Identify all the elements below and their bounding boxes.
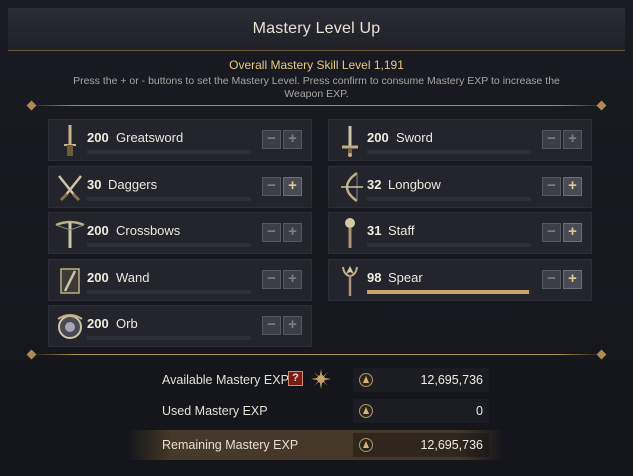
- plus-button[interactable]: +: [283, 316, 302, 335]
- available-exp-label: Available Mastery EXP: [162, 373, 289, 387]
- weapon-name: Crossbows: [116, 223, 181, 238]
- plus-button[interactable]: +: [283, 176, 302, 196]
- weapon-name: Orb: [116, 316, 138, 331]
- weapon-level: 98: [367, 269, 382, 285]
- mastery-header: Overall Mastery Skill Level 1,191 Press …: [8, 52, 625, 106]
- longbow-icon: [333, 170, 367, 204]
- minus-button[interactable]: −: [262, 316, 281, 335]
- weapon-row-staff: 31 Staff − +: [328, 212, 592, 254]
- available-exp-row: Available Mastery EXP ? 12,695,736: [127, 365, 504, 395]
- top-divider: [28, 105, 605, 106]
- used-exp-row: Used Mastery EXP 0: [127, 396, 504, 426]
- minus-button[interactable]: −: [542, 223, 561, 242]
- staff-icon: [333, 216, 367, 250]
- remaining-exp-value: 12,695,736: [420, 438, 483, 452]
- weapon-row-spear: 98 Spear − +: [328, 258, 592, 301]
- remaining-exp-label: Remaining Mastery EXP: [162, 438, 299, 452]
- weapon-name: Greatsword: [116, 130, 184, 145]
- sun-badge-icon: [311, 369, 331, 389]
- weapon-exp-bar: [367, 289, 531, 294]
- weapon-level: 200: [87, 130, 109, 145]
- plus-button[interactable]: +: [283, 130, 302, 149]
- remaining-exp-row: Remaining Mastery EXP 12,695,736: [127, 430, 504, 460]
- mastery-level-up-window: Mastery Level Up Overall Mastery Skill L…: [0, 0, 633, 476]
- mastery-exp-coin-icon: [359, 404, 373, 418]
- weapon-name: Spear: [388, 269, 423, 285]
- weapon-exp-bar: [87, 196, 251, 201]
- available-exp-value-box: 12,695,736: [353, 368, 489, 392]
- wand-icon: [53, 263, 87, 297]
- plus-button[interactable]: +: [563, 269, 582, 289]
- weapon-level: 31: [367, 223, 382, 238]
- weapon-exp-bar: [367, 243, 531, 247]
- orb-icon: [53, 309, 87, 343]
- minus-button[interactable]: −: [542, 269, 561, 289]
- minus-button[interactable]: −: [262, 269, 281, 289]
- plus-button[interactable]: +: [563, 130, 582, 149]
- plus-button[interactable]: +: [563, 176, 582, 196]
- minus-button[interactable]: −: [262, 223, 281, 242]
- weapon-name: Wand: [116, 269, 150, 285]
- weapon-level: 200: [87, 223, 109, 238]
- instructions-text: Press the + or - buttons to set the Mast…: [73, 75, 560, 100]
- overall-mastery-level: Overall Mastery Skill Level 1,191: [229, 58, 404, 72]
- mastery-exp-coin-icon: [359, 438, 373, 452]
- spear-icon: [333, 263, 367, 297]
- weapon-name: Daggers: [108, 176, 158, 192]
- weapon-exp-bar: [367, 196, 531, 201]
- weapon-name: Staff: [388, 223, 415, 238]
- weapon-level: 200: [87, 269, 109, 285]
- sword-icon: [333, 123, 367, 157]
- weapon-row-longbow: 32 Longbow − +: [328, 165, 592, 208]
- weapon-level: 32: [367, 176, 382, 192]
- weapon-exp-bar: [367, 150, 531, 154]
- weapon-name: Longbow: [388, 176, 441, 192]
- used-exp-label: Used Mastery EXP: [162, 404, 268, 418]
- weapon-level: 200: [87, 316, 109, 331]
- weapon-row-sword: 200 Sword − +: [328, 119, 592, 161]
- weapon-row-crossbows: 200 Crossbows − +: [48, 212, 312, 254]
- plus-button[interactable]: +: [563, 223, 582, 242]
- weapon-level: 200: [367, 130, 389, 145]
- used-exp-value-box: 0: [353, 399, 489, 423]
- minus-button[interactable]: −: [542, 130, 561, 149]
- daggers-icon: [53, 170, 87, 204]
- weapon-row-orb: 200 Orb − +: [48, 305, 312, 347]
- remaining-exp-value-box: 12,695,736: [353, 433, 489, 457]
- window-title: Mastery Level Up: [252, 20, 381, 37]
- weapon-exp-bar: [87, 150, 251, 154]
- greatsword-icon: [53, 123, 87, 157]
- title-bar: Mastery Level Up: [8, 8, 625, 51]
- available-exp-value: 12,695,736: [420, 373, 483, 387]
- used-exp-value: 0: [476, 404, 483, 418]
- bottom-divider: [28, 354, 605, 355]
- minus-button[interactable]: −: [542, 176, 561, 196]
- plus-button[interactable]: +: [283, 223, 302, 242]
- mastery-exp-coin-icon: [359, 373, 373, 387]
- weapon-exp-bar-fill: [367, 289, 530, 294]
- weapon-row-daggers: 30 Daggers − +: [48, 165, 312, 208]
- weapon-row-greatsword: 200 Greatsword − +: [48, 119, 312, 161]
- weapon-exp-bar: [87, 336, 251, 340]
- weapon-level: 30: [87, 176, 102, 192]
- help-icon[interactable]: ?: [288, 371, 303, 386]
- minus-button[interactable]: −: [262, 130, 281, 149]
- weapon-row-wand: 200 Wand − +: [48, 258, 312, 301]
- minus-button[interactable]: −: [262, 176, 281, 196]
- weapon-exp-bar: [87, 289, 251, 294]
- crossbow-icon: [53, 216, 87, 250]
- weapon-exp-bar: [87, 243, 251, 247]
- plus-button[interactable]: +: [283, 269, 302, 289]
- weapon-name: Sword: [396, 130, 433, 145]
